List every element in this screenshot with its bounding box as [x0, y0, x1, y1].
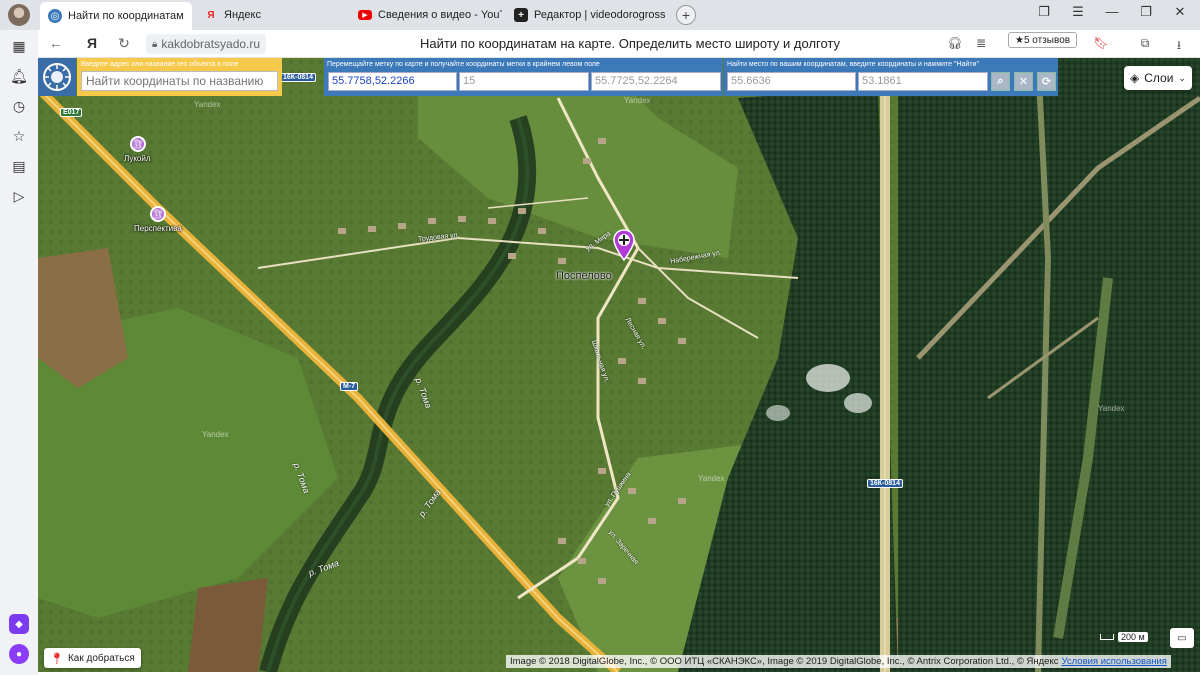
clear-icon[interactable]: ✕: [1014, 72, 1033, 91]
tab-kakdobratsyado[interactable]: ◎ Найти по координатам ✕: [40, 2, 192, 30]
chevron-down-icon: ⌄: [1178, 72, 1186, 83]
tab-bar: ◎ Найти по координатам ✕ Я Яндекс ▶ Свед…: [0, 0, 1200, 30]
poi-label-lukoil: Лукойл: [124, 154, 151, 163]
tab-label: Редактор | videodorogross: [534, 9, 666, 21]
scale-label: 200 м: [1118, 632, 1148, 642]
latitude-field[interactable]: 55.6636: [727, 72, 856, 91]
history-clock-icon[interactable]: ◷: [9, 96, 29, 116]
location-pin-icon[interactable]: [613, 229, 635, 261]
map-pin-icon: 📍︎: [50, 652, 64, 665]
tab-label: Яндекс: [224, 9, 261, 21]
marker-coords-field[interactable]: 55.7758,52.2266: [328, 72, 457, 91]
tab-label: Сведения о видео - YouTu: [378, 9, 502, 21]
find-coords-panel: Найти место по вашим координатам, введит…: [724, 58, 1058, 96]
download-icon[interactable]: ⭳: [1170, 36, 1188, 57]
road-sign-16k-right: 16К-0814: [867, 479, 903, 488]
map-scale: 200 м: [1100, 632, 1148, 642]
poi-label-perspektiva: Перспектива: [134, 224, 182, 233]
apps-grid-icon[interactable]: ▦: [9, 36, 29, 56]
yandex-watermark: Yandex: [202, 430, 229, 439]
yandex-watermark: Yandex: [194, 100, 221, 109]
minimize-icon[interactable]: —: [1100, 4, 1124, 19]
site-logo[interactable]: [38, 58, 76, 96]
tab-youtube[interactable]: ▶ Сведения о видео - YouTu: [350, 2, 502, 28]
youtube-icon: ▶: [358, 10, 372, 20]
restore-icon[interactable]: ❐: [1134, 4, 1158, 20]
zoom-field[interactable]: 15: [459, 72, 589, 91]
reviews-badge[interactable]: ★5 отзывов: [1008, 32, 1078, 48]
url-text: kakdobratsyado.ru: [161, 37, 261, 51]
new-tab-button[interactable]: +: [676, 5, 696, 25]
move-hint: Перемещайте метку по карте и получайте к…: [327, 61, 600, 68]
collections-icon[interactable]: ❐: [1032, 4, 1056, 20]
yandex-icon: Я: [207, 9, 215, 21]
menu-icon[interactable]: ☰: [1066, 4, 1090, 20]
bell-icon[interactable]: 🔔︎: [9, 66, 29, 86]
marker-coords-panel: Перемещайте метку по карте и получайте к…: [324, 58, 723, 96]
headphones-icon[interactable]: 🎧︎: [946, 36, 964, 50]
layers-label: Слои: [1144, 71, 1174, 85]
village-label: Поспелово: [556, 270, 612, 282]
yandex-watermark: Yandex: [1098, 404, 1125, 413]
search-icon[interactable]: ⌕: [991, 72, 1010, 91]
map-imagery: [38, 58, 1200, 672]
route-label: Как добраться: [67, 652, 135, 664]
alice-icon[interactable]: ●: [9, 644, 29, 664]
center-coords-field[interactable]: 55.7725,52.2264: [591, 72, 721, 91]
find-hint: Найти место по вашим координатам, введит…: [727, 61, 979, 68]
road-sign-m7: М-7: [340, 382, 359, 391]
ruler-icon[interactable]: ▭: [1170, 628, 1194, 648]
search-hint: Введите адрес или название гео объекта в…: [81, 61, 239, 68]
reader-icon[interactable]: ≣: [972, 36, 990, 50]
longitude-field[interactable]: 53.1861: [858, 72, 988, 91]
copyright-text: Image © 2018 DigitalGlobe, Inc., © ООО И…: [510, 656, 1059, 667]
map-copyright: Image © 2018 DigitalGlobe, Inc., © ООО И…: [506, 655, 1171, 668]
browser-sidebar: ▦ 🔔︎ ◷ ☆ ▤ ▷ ◆ ●: [0, 30, 38, 675]
editor-icon: +: [514, 8, 528, 22]
route-button[interactable]: 📍︎ Как добраться: [44, 648, 141, 668]
globe-icon: ◎: [48, 9, 62, 23]
play-icon[interactable]: ▷: [9, 186, 29, 206]
scale-bar: [1100, 634, 1114, 640]
tab-editor[interactable]: + Редактор | videodorogross: [506, 2, 666, 28]
page-title: Найти по координатам на карте. Определит…: [419, 36, 841, 51]
notes-icon[interactable]: ▤: [9, 156, 29, 176]
layers-icon: ◈: [1130, 71, 1140, 85]
refresh-icon[interactable]: ⟳: [1037, 72, 1056, 91]
terms-link[interactable]: Условия использования: [1061, 656, 1166, 667]
url-field[interactable]: 🔒︎ kakdobratsyado.ru: [146, 34, 267, 54]
yandex-watermark: Yandex: [624, 96, 651, 105]
lock-icon: 🔒︎: [152, 38, 158, 50]
yandex-watermark: Yandex: [698, 474, 725, 483]
satellite-map[interactable]: Поспелово ⛽︎ Лукойл ⛽︎ Перспектива М-7 E…: [38, 58, 1200, 672]
yandex-home-icon[interactable]: Я: [82, 35, 102, 51]
tab-label: Найти по координатам: [68, 10, 184, 22]
messenger-icon[interactable]: ◆: [9, 614, 29, 634]
road-sign-e017: E017: [60, 108, 83, 117]
reload-icon[interactable]: ↻: [114, 35, 134, 52]
compass-logo-icon: [43, 63, 71, 91]
bookmark-icon[interactable]: 🔖︎: [1092, 36, 1110, 50]
fuel-station-icon[interactable]: ⛽︎: [130, 136, 146, 152]
profile-avatar[interactable]: [8, 4, 30, 26]
close-window-icon[interactable]: ✕: [1168, 4, 1192, 20]
back-arrow-icon[interactable]: ←: [46, 35, 66, 51]
place-search-input[interactable]: [81, 71, 278, 91]
layers-button[interactable]: ◈ Слои ⌄: [1124, 66, 1192, 90]
tab-yandex[interactable]: Я Яндекс: [196, 2, 346, 28]
fuel-station-icon[interactable]: ⛽︎: [150, 206, 166, 222]
star-icon[interactable]: ☆: [9, 126, 29, 146]
address-bar: ← Я ↻ 🔒︎ kakdobratsyado.ru Найти по коор…: [0, 30, 1200, 58]
share-icon[interactable]: ⧉: [1136, 36, 1154, 51]
road-sign-16k-top: 16К-0814: [280, 73, 316, 82]
search-panel: Введите адрес или название гео объекта в…: [77, 58, 282, 96]
